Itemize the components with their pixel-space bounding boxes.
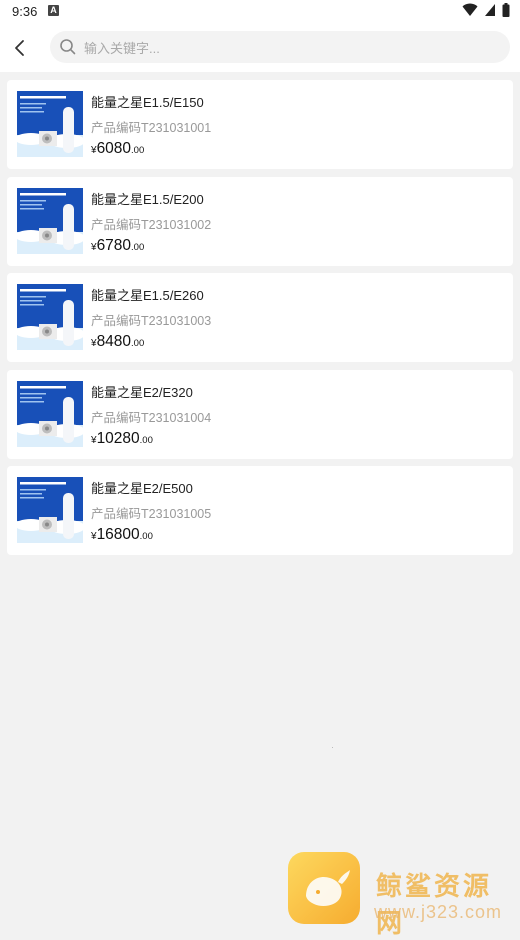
whale-icon: [306, 870, 350, 906]
product-price: ¥10280.00: [91, 430, 153, 448]
product-code: 产品编码T231031002: [91, 217, 212, 232]
price-decimal: .00: [131, 241, 145, 253]
notification-a-icon: A: [48, 5, 59, 16]
product-list: 能量之星E1.5/E150 产品编码T231031001 ¥6080.00 能量…: [7, 80, 513, 563]
price-integer: 10280: [96, 429, 140, 447]
search-box[interactable]: [50, 31, 510, 65]
product-thumbnail: [17, 477, 83, 543]
product-title: 能量之星E1.5/E260: [91, 288, 204, 303]
product-card[interactable]: 能量之星E1.5/E150 产品编码T231031001 ¥6080.00: [7, 80, 513, 169]
search-input[interactable]: [82, 31, 496, 65]
price-decimal: .00: [131, 145, 145, 156]
product-code: 产品编码T231031004: [91, 410, 212, 425]
product-price: ¥6080.00: [91, 140, 144, 158]
search-icon: [60, 39, 76, 55]
status-icons: [462, 3, 510, 17]
header: [0, 24, 520, 72]
product-price: ¥6780.00: [91, 237, 144, 255]
speck: [332, 747, 333, 748]
product-title: 能量之星E1.5/E200: [91, 191, 204, 207]
price-integer: 16800: [96, 526, 140, 543]
product-thumbnail: [17, 380, 83, 447]
price-decimal: .00: [131, 338, 145, 349]
product-code: 产品编码T231031001: [91, 121, 212, 135]
product-card[interactable]: 能量之星E1.5/E260 产品编码T231031003 ¥8480.00: [7, 273, 513, 362]
status-time: 9:36: [12, 4, 38, 19]
product-card[interactable]: 能量之星E2/E500 产品编码T231031005 ¥16800.00: [7, 466, 513, 555]
status-bar: 9:36 A: [0, 0, 520, 24]
back-button[interactable]: [6, 34, 34, 62]
battery-icon: [502, 3, 510, 17]
product-card[interactable]: 能量之星E1.5/E200 产品编码T231031002 ¥6780.00: [7, 176, 513, 266]
product-price: ¥16800.00: [91, 526, 153, 544]
watermark: 鲸鲨资源网 www.j323.com: [288, 852, 520, 938]
product-title: 能量之星E1.5/E150: [91, 95, 204, 110]
watermark-logo: [288, 852, 360, 924]
product-thumbnail: [17, 284, 83, 350]
price-integer: 8480: [96, 333, 132, 350]
price-integer: 6780: [96, 236, 132, 254]
product-thumbnail: [17, 91, 83, 157]
price-decimal: .00: [139, 531, 153, 542]
chevron-left-icon: [15, 40, 24, 56]
signal-icon: [485, 4, 495, 16]
product-thumbnail: [17, 187, 83, 254]
price-integer: 6080: [96, 140, 132, 157]
product-title: 能量之星E2/E500: [91, 481, 193, 496]
watermark-url: www.j323.com: [374, 902, 503, 922]
product-code: 产品编码T231031003: [91, 314, 212, 328]
product-code: 产品编码T231031005: [91, 507, 212, 521]
product-price: ¥8480.00: [91, 333, 144, 351]
price-decimal: .00: [139, 434, 153, 446]
product-card[interactable]: 能量之星E2/E320 产品编码T231031004 ¥10280.00: [7, 369, 513, 459]
wifi-icon: [462, 3, 478, 16]
product-title: 能量之星E2/E320: [91, 384, 193, 400]
